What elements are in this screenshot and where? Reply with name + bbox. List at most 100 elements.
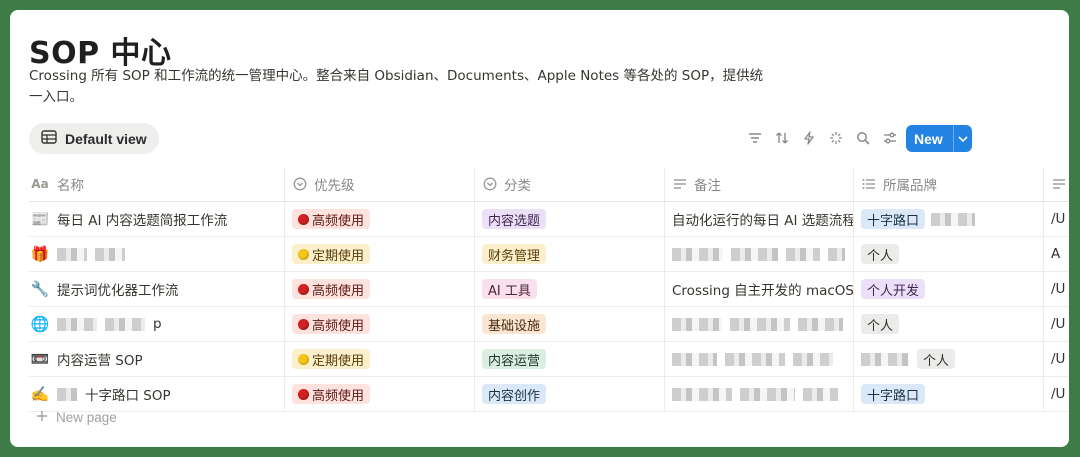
row-category-cell[interactable]: 内容创作 — [475, 377, 665, 411]
category-tag: 内容创作 — [482, 384, 547, 404]
column-header-extra[interactable] — [1044, 167, 1069, 201]
row-category-cell[interactable]: 基础设施 — [475, 307, 665, 341]
row-category-cell[interactable]: 内容运营 — [475, 342, 665, 376]
brand-tag: 十字路口 — [861, 384, 926, 404]
column-header-notes[interactable]: 备注 — [665, 167, 854, 201]
row-page-icon: 📰 — [30, 210, 50, 228]
row-brand-cell[interactable]: 个人 — [854, 342, 1044, 376]
row-extra-cell[interactable]: /U — [1044, 272, 1069, 306]
row-notes-cell[interactable]: Crossing 自主开发的 macOS 提 — [665, 272, 854, 306]
row-priority-cell[interactable]: 定期使用 — [285, 342, 475, 376]
new-button-label: New — [914, 130, 943, 147]
redacted-text — [798, 317, 843, 331]
row-page-icon: 🔧 — [30, 280, 50, 298]
row-extra-cell[interactable]: /U — [1044, 307, 1069, 341]
table-row[interactable]: 🔧 提示词优化器工作流 高频使用 AI 工具 Crossing 自主开发的 macOS … — [29, 272, 1069, 307]
row-priority-cell[interactable]: 高频使用 — [285, 202, 475, 236]
row-extra-cell[interactable]: /U — [1044, 342, 1069, 376]
row-extra-cell[interactable]: A — [1044, 237, 1069, 271]
sort-icon[interactable] — [773, 127, 790, 149]
row-category-cell[interactable]: 内容选题 — [475, 202, 665, 236]
category-tag: 内容选题 — [482, 209, 547, 229]
brand-tag: 个人 — [861, 314, 900, 334]
table-row[interactable]: 📰 每日 AI 内容选题简报工作流 高频使用 内容选题 自动化运行的每日 AI 选题流程… — [29, 202, 1069, 237]
column-header-category[interactable]: 分类 — [475, 167, 665, 201]
default-view-tab[interactable]: Default view — [29, 123, 159, 154]
row-category-cell[interactable]: 财务管理 — [475, 237, 665, 271]
redacted-text — [672, 247, 724, 261]
text-aa-icon: Aa — [31, 177, 49, 191]
row-priority-cell[interactable]: 高频使用 — [285, 377, 475, 411]
new-page-button[interactable]: New page — [36, 410, 117, 425]
priority-tag: 高频使用 — [292, 314, 371, 334]
text-lines-icon — [672, 176, 688, 192]
row-brand-cell[interactable]: 个人 — [854, 237, 1044, 271]
row-category-cell[interactable]: AI 工具 — [475, 272, 665, 306]
row-name-cell[interactable]: 🎁 — [29, 237, 285, 271]
row-brand-cell[interactable]: 十字路口 — [854, 202, 1044, 236]
priority-tag: 定期使用 — [292, 244, 371, 264]
row-brand-cell[interactable]: 个人开发 — [854, 272, 1044, 306]
column-header-priority[interactable]: 优先级 — [285, 167, 475, 201]
ai-sparkle-icon[interactable] — [827, 127, 844, 149]
row-priority-cell[interactable]: 高频使用 — [285, 272, 475, 306]
page-description: Crossing 所有 SOP 和工作流的统一管理中心。整合来自 Obsidia… — [29, 68, 764, 105]
row-name-cell[interactable]: ✍️ 十字路口 SOP — [29, 377, 285, 411]
priority-tag: 高频使用 — [292, 209, 371, 229]
automation-icon[interactable] — [800, 127, 817, 149]
table-row[interactable]: 🌐 p 高频使用 基础设施 个人/U — [29, 307, 1069, 342]
priority-label: 高频使用 — [312, 388, 365, 404]
search-icon[interactable] — [854, 127, 871, 149]
redacted-text — [105, 317, 145, 331]
table-body: 📰 每日 AI 内容选题简报工作流 高频使用 内容选题 自动化运行的每日 AI 选题流程… — [29, 202, 1069, 412]
redacted-text — [57, 247, 87, 261]
new-page-label: New page — [56, 410, 117, 425]
brand-tag: 个人 — [861, 244, 900, 264]
row-page-icon: 🌐 — [30, 315, 50, 333]
redacted-text — [730, 317, 790, 331]
table-row[interactable]: 📼 内容运营 SOP 定期使用 内容运营 个人/U — [29, 342, 1069, 377]
table-header-row: Aa 名称 优先级 分类 备注 所属品牌 — [29, 167, 1069, 202]
red-circle-icon — [298, 283, 309, 295]
redacted-tag — [931, 212, 976, 226]
column-header-brand[interactable]: 所属品牌 — [854, 167, 1044, 201]
text-lines-icon — [1051, 176, 1067, 192]
new-button[interactable]: New — [906, 125, 972, 152]
table-row[interactable]: ✍️ 十字路口 SOP 高频使用 内容创作 十字路口/U — [29, 377, 1069, 412]
row-notes-cell[interactable]: 自动化运行的每日 AI 选题流程， — [665, 202, 854, 236]
plus-icon — [36, 410, 48, 425]
settings-sliders-icon[interactable] — [881, 127, 898, 149]
category-tag: AI 工具 — [482, 279, 537, 299]
column-header-name[interactable]: Aa 名称 — [29, 167, 285, 201]
redacted-text — [803, 387, 838, 401]
table-row[interactable]: 🎁 定期使用 财务管理 个人 A — [29, 237, 1069, 272]
row-name-cell[interactable]: 🌐 p — [29, 307, 285, 341]
row-notes-cell[interactable] — [665, 377, 854, 411]
row-notes-cell[interactable] — [665, 342, 854, 376]
row-name: 十字路口 SOP — [85, 388, 171, 404]
row-name: p — [153, 316, 162, 332]
chevron-down-icon[interactable] — [954, 135, 972, 142]
row-extra-value: /U — [1051, 281, 1066, 297]
toolbar — [746, 127, 898, 149]
row-name-cell[interactable]: 🔧 提示词优化器工作流 — [29, 272, 285, 306]
priority-label: 高频使用 — [312, 213, 365, 229]
row-extra-cell[interactable]: /U — [1044, 377, 1069, 411]
row-name: 每日 AI 内容选题简报工作流 — [57, 213, 228, 229]
redacted-text — [827, 247, 845, 261]
row-name-cell[interactable]: 📰 每日 AI 内容选题简报工作流 — [29, 202, 285, 236]
category-tag: 内容运营 — [482, 349, 547, 369]
row-priority-cell[interactable]: 高频使用 — [285, 307, 475, 341]
row-name-cell[interactable]: 📼 内容运营 SOP — [29, 342, 285, 376]
select-icon — [482, 176, 498, 192]
redacted-text — [57, 387, 77, 401]
row-notes-cell[interactable] — [665, 237, 854, 271]
row-brand-cell[interactable]: 十字路口 — [854, 377, 1044, 411]
red-circle-icon — [298, 213, 309, 225]
filter-icon[interactable] — [746, 127, 763, 149]
notion-page: SOP 中心 Crossing 所有 SOP 和工作流的统一管理中心。整合来自 … — [10, 10, 1069, 447]
row-brand-cell[interactable]: 个人 — [854, 307, 1044, 341]
row-notes-cell[interactable] — [665, 307, 854, 341]
row-extra-cell[interactable]: /U — [1044, 202, 1069, 236]
row-priority-cell[interactable]: 定期使用 — [285, 237, 475, 271]
